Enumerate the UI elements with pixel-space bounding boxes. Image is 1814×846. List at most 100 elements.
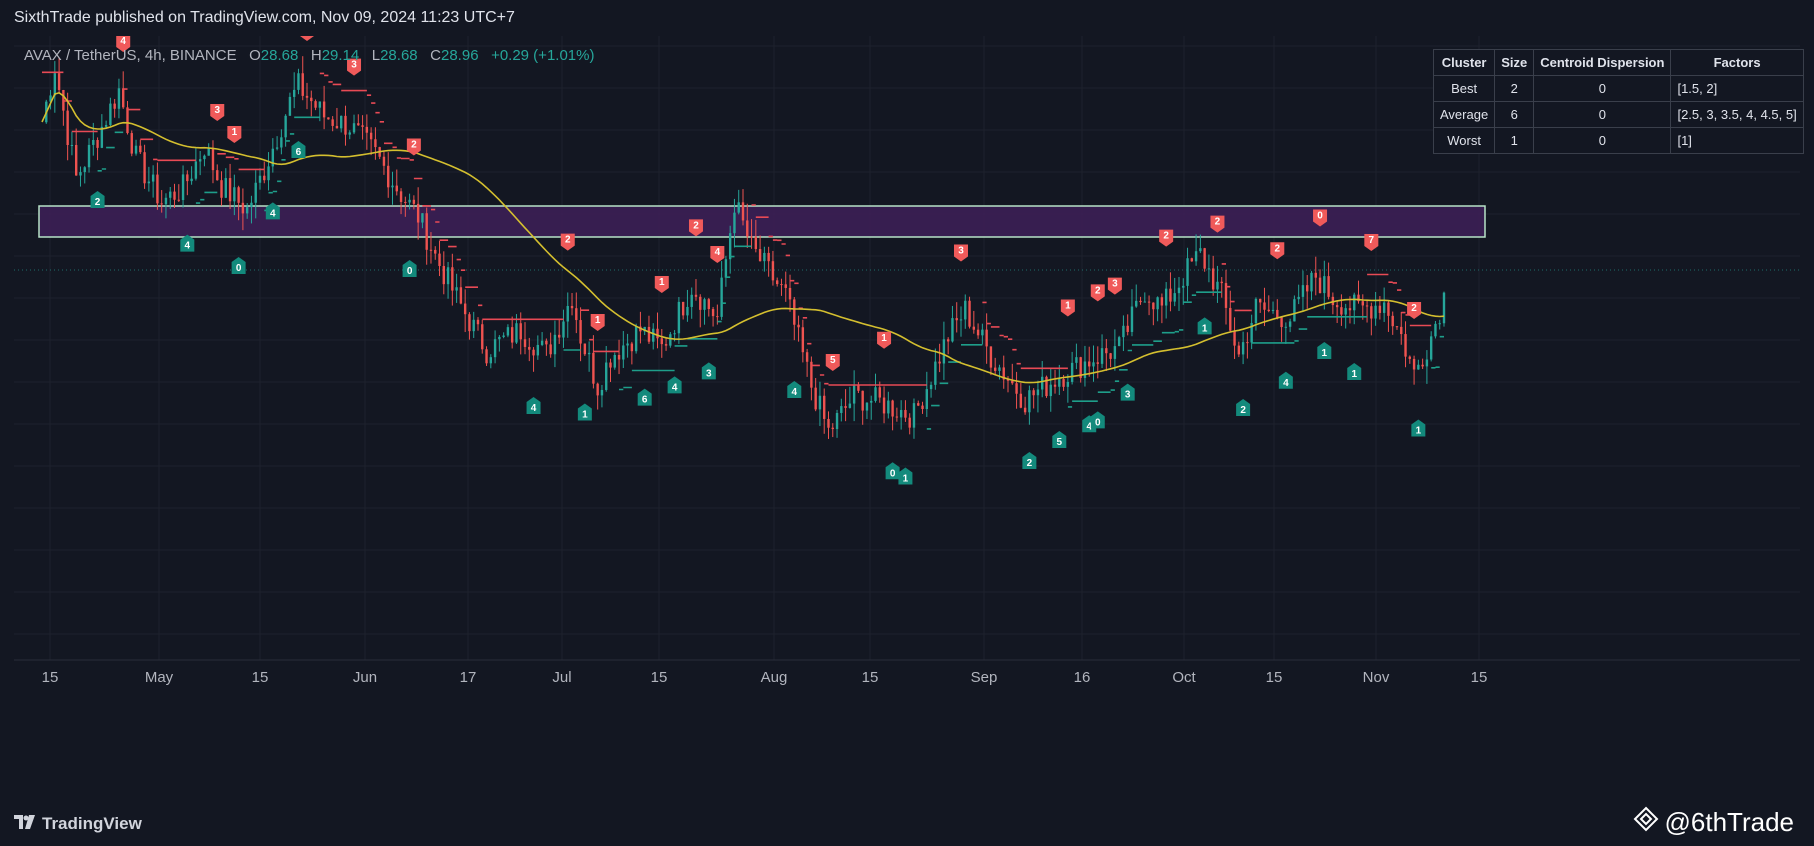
candle-body — [669, 334, 672, 346]
candle-body — [314, 101, 317, 108]
candle-body — [716, 316, 719, 318]
sell-signal-count: 2 — [1411, 303, 1417, 314]
candle-body — [267, 166, 270, 181]
sell-signal-marker: 1 — [654, 276, 669, 293]
sell-signal-marker: 2 — [1090, 284, 1105, 302]
sell-signal-count: 2 — [693, 220, 699, 231]
candle-body — [1259, 298, 1262, 303]
header-dispersion: Centroid Dispersion — [1533, 49, 1672, 76]
candle-body — [70, 144, 74, 146]
candle-body — [1425, 359, 1429, 367]
buy-signal-count: 3 — [706, 368, 712, 379]
candle-body — [463, 303, 467, 315]
candle-body — [647, 326, 651, 342]
candle-body — [656, 328, 659, 339]
candle-body — [882, 397, 886, 414]
candle-body — [194, 161, 198, 179]
candle-body — [1442, 292, 1446, 324]
candle-body — [634, 326, 638, 352]
cluster-factors: [2.5, 3, 3.5, 4, 4.5, 5] — [1670, 101, 1804, 128]
candle-body — [1117, 337, 1121, 347]
cluster-dispersion: 0 — [1533, 101, 1672, 128]
ohlc-legend: AVAX / TetherUS, 4h, BINANCE O28.68 H29.… — [24, 47, 594, 64]
candle-body — [1280, 317, 1283, 328]
candle-body — [1391, 315, 1394, 327]
candle-body — [468, 314, 471, 332]
candle-body — [1173, 293, 1176, 302]
sell-signal-count: 7 — [1369, 235, 1375, 246]
candle-body — [1203, 248, 1206, 269]
signature-handle: @6thTrade — [1664, 807, 1795, 837]
cluster-dispersion: 0 — [1533, 127, 1672, 154]
candle-body — [79, 172, 82, 176]
candle-body — [1365, 305, 1369, 307]
candle-body — [784, 284, 787, 288]
candle-body — [934, 361, 937, 385]
candle-body — [575, 308, 578, 321]
candle-body — [485, 349, 488, 364]
candle-body — [476, 319, 480, 325]
buy-signal-count: 0 — [236, 263, 242, 274]
candle-body — [852, 385, 856, 404]
candle-body — [1241, 342, 1245, 355]
candle-body — [964, 300, 967, 320]
candle-body — [228, 178, 232, 202]
candle-body — [720, 277, 723, 317]
buy-signal-marker: 4 — [1278, 371, 1293, 389]
cluster-factors: [1] — [1670, 127, 1804, 154]
candle-body — [1314, 272, 1317, 278]
x-tick-label: May — [145, 669, 174, 686]
candle-body — [630, 343, 634, 352]
candle-body — [540, 340, 544, 345]
candle-body — [605, 362, 608, 390]
candle-body — [404, 201, 407, 203]
candle-body — [186, 174, 189, 182]
cluster-size: 2 — [1494, 75, 1535, 102]
candle-body — [412, 199, 416, 204]
candle-body — [1382, 302, 1386, 313]
buy-signal-marker: 1 — [577, 403, 592, 421]
header-factors: Factors — [1670, 49, 1804, 76]
candle-body — [609, 362, 612, 368]
candle-body — [523, 339, 527, 347]
candle-body — [724, 259, 728, 278]
candle-body — [959, 319, 963, 321]
cluster-factors: [1.5, 2] — [1670, 75, 1804, 102]
candle-body — [382, 156, 386, 166]
candle-body — [1152, 302, 1155, 310]
candle-body — [434, 249, 437, 254]
buy-signal-marker: 2 — [90, 191, 105, 208]
candle-body — [472, 319, 475, 332]
candle-body — [1199, 248, 1202, 252]
candle-body — [1049, 384, 1052, 397]
candle-body — [224, 178, 227, 198]
candle-body — [1271, 309, 1275, 311]
tradingview-logo[interactable]: TradingView — [14, 813, 142, 834]
candle-body — [1075, 357, 1078, 363]
candle-body — [532, 349, 535, 356]
candle-body — [1083, 361, 1087, 378]
buy-signal-count: 0 — [407, 266, 413, 277]
candle-body — [335, 125, 339, 129]
sell-signal-marker: 2 — [406, 138, 421, 156]
sell-signal-marker: 2 — [1270, 242, 1285, 260]
candle-body — [1023, 407, 1027, 413]
buy-signal-count: 2 — [1240, 405, 1246, 416]
candle-body — [549, 344, 552, 355]
candle-body — [198, 159, 202, 162]
candle-body — [237, 187, 240, 203]
sell-signal-count: 3 — [1112, 279, 1118, 290]
candle-body — [134, 145, 138, 154]
candle-body — [741, 202, 745, 221]
candle-body — [1105, 348, 1108, 354]
candle-body — [122, 88, 125, 108]
x-tick-label: 16 — [1074, 669, 1091, 686]
tradingview-mark-icon — [14, 813, 36, 834]
x-tick-label: Jun — [353, 669, 377, 686]
sell-signal-count: 4 — [715, 247, 721, 258]
candle-body — [245, 207, 249, 214]
sell-signal-marker: 2 — [1159, 229, 1174, 247]
time-axis: 15 May 15 Jun 17 Jul 15 Aug 15 Sep 16 Oct 15 Nov 15 — [42, 669, 1488, 686]
candle-body — [211, 148, 215, 171]
candle-body — [348, 132, 351, 135]
